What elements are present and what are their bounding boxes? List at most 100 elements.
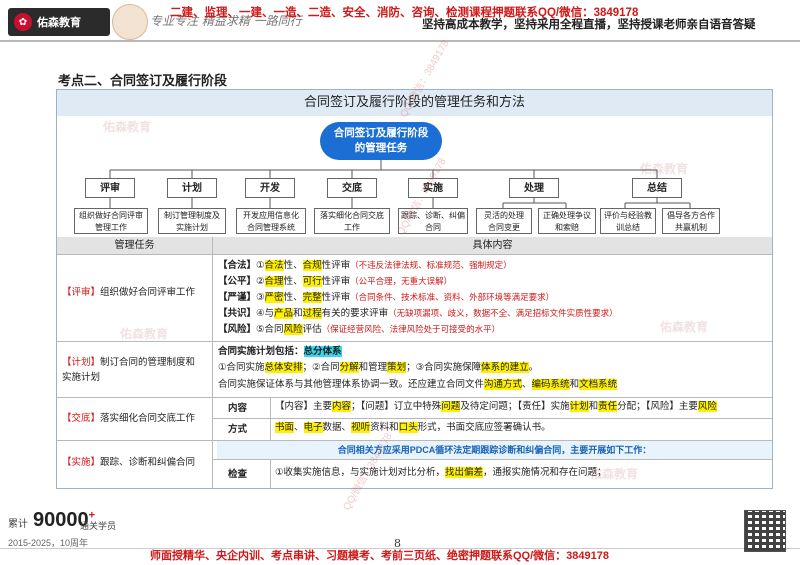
task-line: 合同变更 xyxy=(488,223,520,232)
handover-content-label: 内容 xyxy=(228,403,248,414)
line-text: 性、 xyxy=(283,276,303,287)
task-tag: 【计划】 xyxy=(62,357,101,368)
highlight: 问题 xyxy=(441,401,461,412)
stage-review: 评审 xyxy=(85,178,135,198)
task-box-cooperate: 倡导各方合作 共赢机制 xyxy=(662,208,720,234)
task-box-plan: 制订管理制度及 实施计划 xyxy=(158,208,226,234)
highlight: 找出偏差 xyxy=(445,467,484,478)
stage-plan: 计划 xyxy=(167,178,217,198)
plan-heading-text: 合同实施计划包括： xyxy=(218,346,304,357)
line-text: ③ xyxy=(256,292,265,303)
review-line-consensus: 【共识】④与产品和过程有关的要求评审（无缺项漏项、歧义，数据不全、满足招标文件实… xyxy=(218,305,618,322)
highlight: 风险 xyxy=(697,401,717,412)
highlight: 视听 xyxy=(351,422,371,433)
task-box-evaluate: 评价与经验教 训总结 xyxy=(600,208,656,234)
check-line: ①收集实施信息，与实施计划对比分析，找出偏差，通报实施情况和存在问题； xyxy=(275,465,607,481)
line-note: （合同条件、技术标准、资料、外部环境等满足要求） xyxy=(350,292,555,302)
handover-content-line: 【内容】主要内容；【问题】订立中特殊问题及待定问题；【责任】实施计划和责任分配；… xyxy=(275,399,717,415)
line-text: ；②合同 xyxy=(302,362,340,373)
task-text: 落实细化合同交底工作 xyxy=(100,413,196,424)
task-text: 实施计划 xyxy=(62,372,101,383)
line-text: 和管理 xyxy=(358,362,388,373)
review-line-risk: 【风险】⑤合同风险评估（保证经营风险、法律风险处于可接受的水平） xyxy=(218,321,500,338)
footer-promo: 师面授精华、央企内训、考点串讲、习题模考、考前三页纸、绝密押题联系QQ/微信：3… xyxy=(150,550,609,562)
line-text: ①合同实施 xyxy=(218,362,265,373)
task-box-develop: 开发应用信息化 合同管理系统 xyxy=(236,208,306,234)
line-text: ；③合同实施保障 xyxy=(406,362,482,373)
task-cell-handover: 【交底】落实细化合同交底工作 xyxy=(62,411,212,426)
handover-method-label: 方式 xyxy=(228,424,248,435)
highlight: 可行 xyxy=(302,276,322,287)
line-text: ① xyxy=(256,260,265,271)
line-note: （不违反法律法规、标准规范、强制规定） xyxy=(350,260,512,270)
line-text: 性评审 xyxy=(321,276,351,287)
row-divider xyxy=(57,341,772,342)
highlight: 分解 xyxy=(339,362,359,373)
highlight: 过程 xyxy=(302,308,322,319)
qr-code-icon xyxy=(744,510,786,552)
line-text: 性评审 xyxy=(321,292,351,303)
task-line: 工作 xyxy=(344,223,360,232)
highlight: 电子 xyxy=(303,422,323,433)
highlight: 体系的建立 xyxy=(481,362,529,373)
task-text: 组织做好合同评审工作 xyxy=(100,287,196,298)
highlight: 沟通方式 xyxy=(484,379,523,390)
check-label: 检查 xyxy=(228,469,248,480)
highlight: 合法 xyxy=(264,260,284,271)
highlight: 总体安排 xyxy=(264,362,303,373)
task-tag: 【实施】 xyxy=(62,457,101,468)
highlight: 严密 xyxy=(264,292,284,303)
column-header-content: 具体内容 xyxy=(213,237,772,254)
line-note: （无缺项漏项、歧义，数据不全、满足招标文件实质性要求） xyxy=(388,308,618,318)
review-line-rigorous: 【严谨】③严密性、完整性评审（合同条件、技术标准、资料、外部环境等满足要求） xyxy=(218,289,554,306)
task-box-dispute: 正确处理争议 和索赔 xyxy=(538,208,596,234)
line-text: 及待定问题；【责任】实施 xyxy=(460,401,570,412)
root-node: 合同签订及履行阶段 的管理任务 xyxy=(320,122,442,160)
task-text: 制订合同的管理制度和 xyxy=(100,357,196,368)
highlight: 产品 xyxy=(274,308,294,319)
line-text: 性评审 xyxy=(321,260,351,271)
task-box-change: 灵活的处理 合同变更 xyxy=(476,208,532,234)
line-text: ④与 xyxy=(256,308,275,319)
line-text: 性、 xyxy=(283,260,303,271)
task-text: 跟踪、诊断和纠偏合同 xyxy=(100,457,196,468)
handover-method-line: 书面、电子数据、视听资料和口头形式，书面交底应签署确认书。 xyxy=(275,420,551,436)
task-line: 倡导各方合作 xyxy=(667,211,715,220)
plan-line-components: ①合同实施总体安排；②合同分解和管理策划；③合同实施保障体系的建立。 xyxy=(218,360,538,376)
line-text: 评估 xyxy=(302,324,322,335)
line-text: ⑤合同 xyxy=(256,324,284,335)
line-text: 分配；【风险】主要 xyxy=(617,401,698,412)
highlight: 文档系统 xyxy=(579,379,618,390)
task-line: 开发应用信息化 xyxy=(243,211,299,220)
task-line: 和索赔 xyxy=(555,223,579,232)
task-line: 落实细化合同交底 xyxy=(320,211,384,220)
highlight: 风险 xyxy=(283,324,303,335)
line-text: 、 xyxy=(294,422,304,433)
highlight: 总分体系 xyxy=(303,346,342,357)
plan-line-system: 合同实施保证体系与其他管理体系协调一致。还应建立合同文件沟通方式、编码系统和文档… xyxy=(218,377,618,393)
task-line: 共赢机制 xyxy=(675,223,707,232)
task-cell-plan: 【计划】制订合同的管理制度和 实施计划 xyxy=(62,355,212,385)
stage-handover: 交底 xyxy=(327,178,377,198)
inner-divider xyxy=(270,459,271,488)
highlight: 合规 xyxy=(302,260,322,271)
line-text: 。 xyxy=(528,362,539,373)
task-line: 正确处理争议 xyxy=(543,211,591,220)
review-line-legal: 【合法】①合法性、合规性评审（不违反法律法规、标准规范、强制规定） xyxy=(218,257,512,274)
row-divider xyxy=(57,254,772,255)
highlight: 策划 xyxy=(387,362,407,373)
highlight: 编码系统 xyxy=(531,379,570,390)
line-key: 【合法】 xyxy=(218,260,257,271)
line-note: （公平合理，无重大误解） xyxy=(350,276,453,286)
line-note: （保证经营风险、法律风险处于可接受的水平） xyxy=(321,324,501,334)
task-line: 灵活的处理 xyxy=(484,211,524,220)
task-line: 组织做好合同评审 xyxy=(79,211,143,220)
line-key: 【严谨】 xyxy=(218,292,257,303)
task-box-review: 组织做好合同评审 管理工作 xyxy=(74,208,148,234)
line-text: ② xyxy=(256,276,265,287)
line-text: 和 xyxy=(569,379,580,390)
stats-prefix: 累计 xyxy=(8,519,28,530)
highlight: 完整 xyxy=(302,292,322,303)
line-text: 合同实施保证体系与其他管理体系协调一致。还应建立合同文件 xyxy=(218,379,485,390)
line-text: 数据、 xyxy=(322,422,352,433)
